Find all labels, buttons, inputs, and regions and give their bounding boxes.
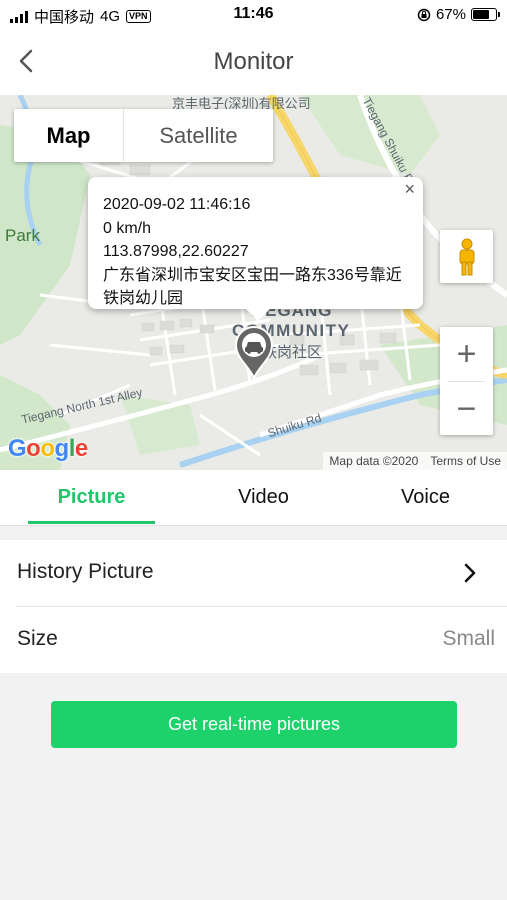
map-data-credit: Map data ©2020 — [329, 454, 419, 468]
tab-active-indicator — [28, 521, 155, 524]
location-info-window: × 2020-09-02 11:46:16 0 km/h 113.87998,2… — [88, 177, 423, 321]
tab-picture[interactable]: Picture — [28, 470, 155, 525]
map-type-map-button[interactable]: Map — [14, 109, 124, 162]
terms-of-use-link[interactable]: Terms of Use — [424, 454, 507, 468]
map-view[interactable]: 京丰电子(深圳)有限公司 Park TIEGANG COMMUNITY 铁岗社区… — [0, 95, 507, 470]
vehicle-location-marker-icon[interactable] — [234, 325, 274, 379]
media-tabs: Picture Video Voice — [0, 470, 507, 526]
tab-video[interactable]: Video — [200, 470, 327, 525]
size-label: Size — [17, 627, 58, 650]
zoom-out-button[interactable]: − — [440, 382, 493, 436]
get-realtime-pictures-button[interactable]: Get real-time pictures — [51, 701, 457, 748]
battery-percent: 67% — [435, 6, 466, 23]
zoom-in-button[interactable]: + — [440, 327, 493, 381]
street-view-button[interactable] — [440, 230, 493, 283]
status-right: 67% — [417, 6, 500, 23]
tab-voice[interactable]: Voice — [362, 470, 489, 525]
history-picture-label: History Picture — [17, 560, 154, 583]
info-body: 2020-09-02 11:46:16 0 km/h 113.87998,22.… — [103, 193, 415, 311]
map-type-satellite-button[interactable]: Satellite — [124, 109, 273, 162]
page-title: Monitor — [213, 48, 294, 75]
info-datetime: 2020-09-02 11:46:16 — [103, 196, 251, 213]
pegman-icon — [459, 238, 474, 275]
info-speed: 0 km/h — [103, 219, 152, 237]
history-picture-row[interactable]: History Picture — [0, 540, 507, 606]
google-logo: Google — [8, 435, 88, 462]
settings-list: History Picture Size Small — [0, 540, 507, 673]
battery-icon — [471, 8, 500, 21]
map-attribution: Map data ©2020 Terms of Use — [323, 452, 507, 470]
map-label-park: Park — [5, 226, 40, 245]
size-row[interactable]: Size Small — [16, 606, 507, 673]
info-address: 广东省深圳市宝安区宝田一路东336号靠近铁岗幼儿园 — [103, 266, 402, 308]
map-type-toggle: Map Satellite — [14, 109, 273, 162]
status-bar: 中国移动 4G VPN 11:46 67% — [0, 0, 507, 30]
info-coordinates: 113.87998,22.60227 — [103, 243, 249, 260]
zoom-controls: + − — [440, 327, 493, 435]
chevron-right-icon — [464, 563, 476, 583]
size-value: Small — [442, 627, 495, 650]
rotation-lock-icon — [417, 8, 431, 21]
nav-bar: Monitor — [0, 30, 507, 95]
